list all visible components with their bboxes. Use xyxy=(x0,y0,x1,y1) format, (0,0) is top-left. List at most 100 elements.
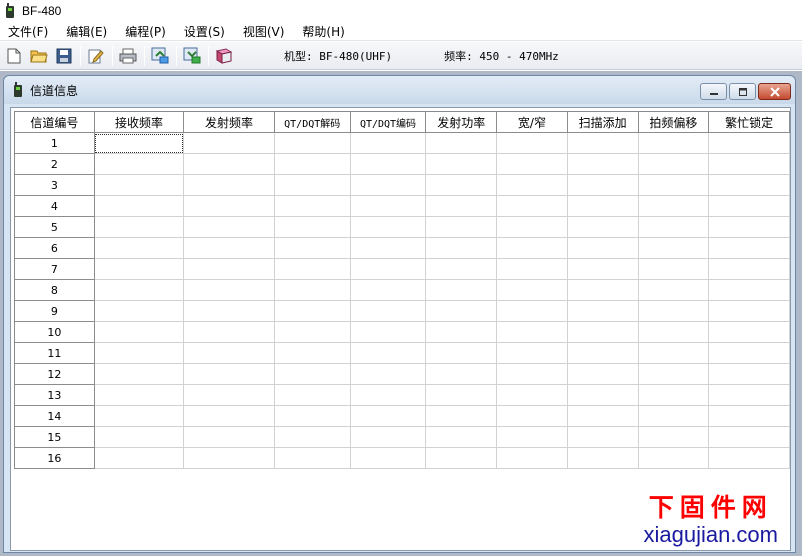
grid-cell[interactable] xyxy=(183,237,275,259)
open-button[interactable] xyxy=(28,45,50,67)
grid-cell[interactable] xyxy=(708,321,790,343)
column-header-channel[interactable]: 信道编号 xyxy=(14,111,95,133)
grid-cell[interactable] xyxy=(273,447,351,469)
grid-cell[interactable] xyxy=(183,300,275,322)
grid-cell[interactable] xyxy=(425,174,498,196)
grid-cell[interactable] xyxy=(183,426,275,448)
grid-cell[interactable] xyxy=(496,447,568,469)
grid-cell[interactable] xyxy=(425,405,498,427)
grid-cell[interactable] xyxy=(349,153,427,175)
grid-cell[interactable] xyxy=(273,195,351,217)
save-button[interactable] xyxy=(53,45,75,67)
grid-cell[interactable] xyxy=(637,342,710,364)
grid-cell[interactable] xyxy=(496,174,568,196)
grid-cell[interactable] xyxy=(637,405,710,427)
grid-cell[interactable] xyxy=(273,363,351,385)
grid-cell[interactable] xyxy=(93,300,185,322)
grid-cell[interactable] xyxy=(637,300,710,322)
row-number[interactable]: 16 xyxy=(14,447,95,469)
grid-cell[interactable] xyxy=(708,153,790,175)
grid-cell[interactable] xyxy=(425,384,498,406)
row-number[interactable]: 2 xyxy=(14,153,95,175)
column-header-qt-encode[interactable]: QT/DQT编码 xyxy=(349,111,427,133)
grid-cell[interactable] xyxy=(566,384,639,406)
grid-cell[interactable] xyxy=(708,405,790,427)
row-number[interactable]: 10 xyxy=(14,321,95,343)
grid-cell[interactable] xyxy=(496,384,568,406)
grid-cell[interactable] xyxy=(708,300,790,322)
grid-cell[interactable] xyxy=(273,279,351,301)
grid-cell[interactable] xyxy=(566,342,639,364)
grid-cell[interactable] xyxy=(566,279,639,301)
row-number[interactable]: 12 xyxy=(14,363,95,385)
maximize-button[interactable] xyxy=(729,83,756,100)
grid-cell[interactable] xyxy=(425,216,498,238)
grid-cell[interactable] xyxy=(349,321,427,343)
grid-cell[interactable] xyxy=(349,405,427,427)
grid-cell[interactable] xyxy=(496,300,568,322)
new-file-button[interactable] xyxy=(3,45,25,67)
row-number[interactable]: 14 xyxy=(14,405,95,427)
row-number[interactable]: 7 xyxy=(14,258,95,280)
grid-cell[interactable] xyxy=(425,132,498,154)
grid-cell[interactable] xyxy=(273,342,351,364)
grid-cell[interactable] xyxy=(637,258,710,280)
menu-file[interactable]: 文件(F) xyxy=(0,23,57,40)
menu-settings[interactable]: 设置(S) xyxy=(175,23,234,40)
grid-cell[interactable] xyxy=(566,258,639,280)
grid-cell[interactable] xyxy=(273,405,351,427)
grid-cell[interactable] xyxy=(93,216,185,238)
grid-cell[interactable] xyxy=(349,384,427,406)
grid-cell[interactable] xyxy=(93,363,185,385)
grid-cell[interactable] xyxy=(183,258,275,280)
write-radio-button[interactable] xyxy=(181,45,203,67)
menu-help[interactable]: 帮助(H) xyxy=(293,23,353,40)
row-number[interactable]: 5 xyxy=(14,216,95,238)
grid-cell[interactable] xyxy=(637,321,710,343)
grid-cell[interactable] xyxy=(273,174,351,196)
row-number[interactable]: 9 xyxy=(14,300,95,322)
grid-cell[interactable] xyxy=(349,342,427,364)
grid-cell[interactable] xyxy=(566,447,639,469)
grid-cell[interactable] xyxy=(425,363,498,385)
grid-cell[interactable] xyxy=(425,279,498,301)
grid-cell[interactable] xyxy=(425,321,498,343)
grid-cell[interactable] xyxy=(183,279,275,301)
grid-cell[interactable] xyxy=(708,216,790,238)
print-button[interactable] xyxy=(117,45,139,67)
grid-cell[interactable] xyxy=(183,447,275,469)
grid-cell[interactable] xyxy=(93,237,185,259)
grid-cell[interactable] xyxy=(93,132,185,154)
row-number[interactable]: 6 xyxy=(14,237,95,259)
grid-cell[interactable] xyxy=(708,174,790,196)
grid-cell[interactable] xyxy=(425,237,498,259)
grid-cell[interactable] xyxy=(93,447,185,469)
row-number[interactable]: 8 xyxy=(14,279,95,301)
grid-cell[interactable] xyxy=(566,153,639,175)
grid-cell[interactable] xyxy=(93,342,185,364)
grid-cell[interactable] xyxy=(183,363,275,385)
menu-edit[interactable]: 编辑(E) xyxy=(57,23,116,40)
grid-cell[interactable] xyxy=(183,195,275,217)
row-number[interactable]: 1 xyxy=(14,132,95,154)
grid-cell[interactable] xyxy=(708,195,790,217)
grid-cell[interactable] xyxy=(708,426,790,448)
grid-cell[interactable] xyxy=(566,426,639,448)
grid-cell[interactable] xyxy=(425,447,498,469)
grid-cell[interactable] xyxy=(496,363,568,385)
grid-cell[interactable] xyxy=(93,195,185,217)
grid-cell[interactable] xyxy=(273,237,351,259)
grid-cell[interactable] xyxy=(708,132,790,154)
help-book-button[interactable] xyxy=(213,45,235,67)
row-number[interactable]: 11 xyxy=(14,342,95,364)
edit-button[interactable] xyxy=(85,45,107,67)
grid-cell[interactable] xyxy=(93,405,185,427)
grid-cell[interactable] xyxy=(273,216,351,238)
child-window-titlebar[interactable]: 信道信息 xyxy=(4,76,795,104)
grid-cell[interactable] xyxy=(183,132,275,154)
grid-cell[interactable] xyxy=(566,321,639,343)
grid-cell[interactable] xyxy=(425,300,498,322)
grid-cell[interactable] xyxy=(273,258,351,280)
grid-cell[interactable] xyxy=(496,426,568,448)
grid-cell[interactable] xyxy=(566,363,639,385)
